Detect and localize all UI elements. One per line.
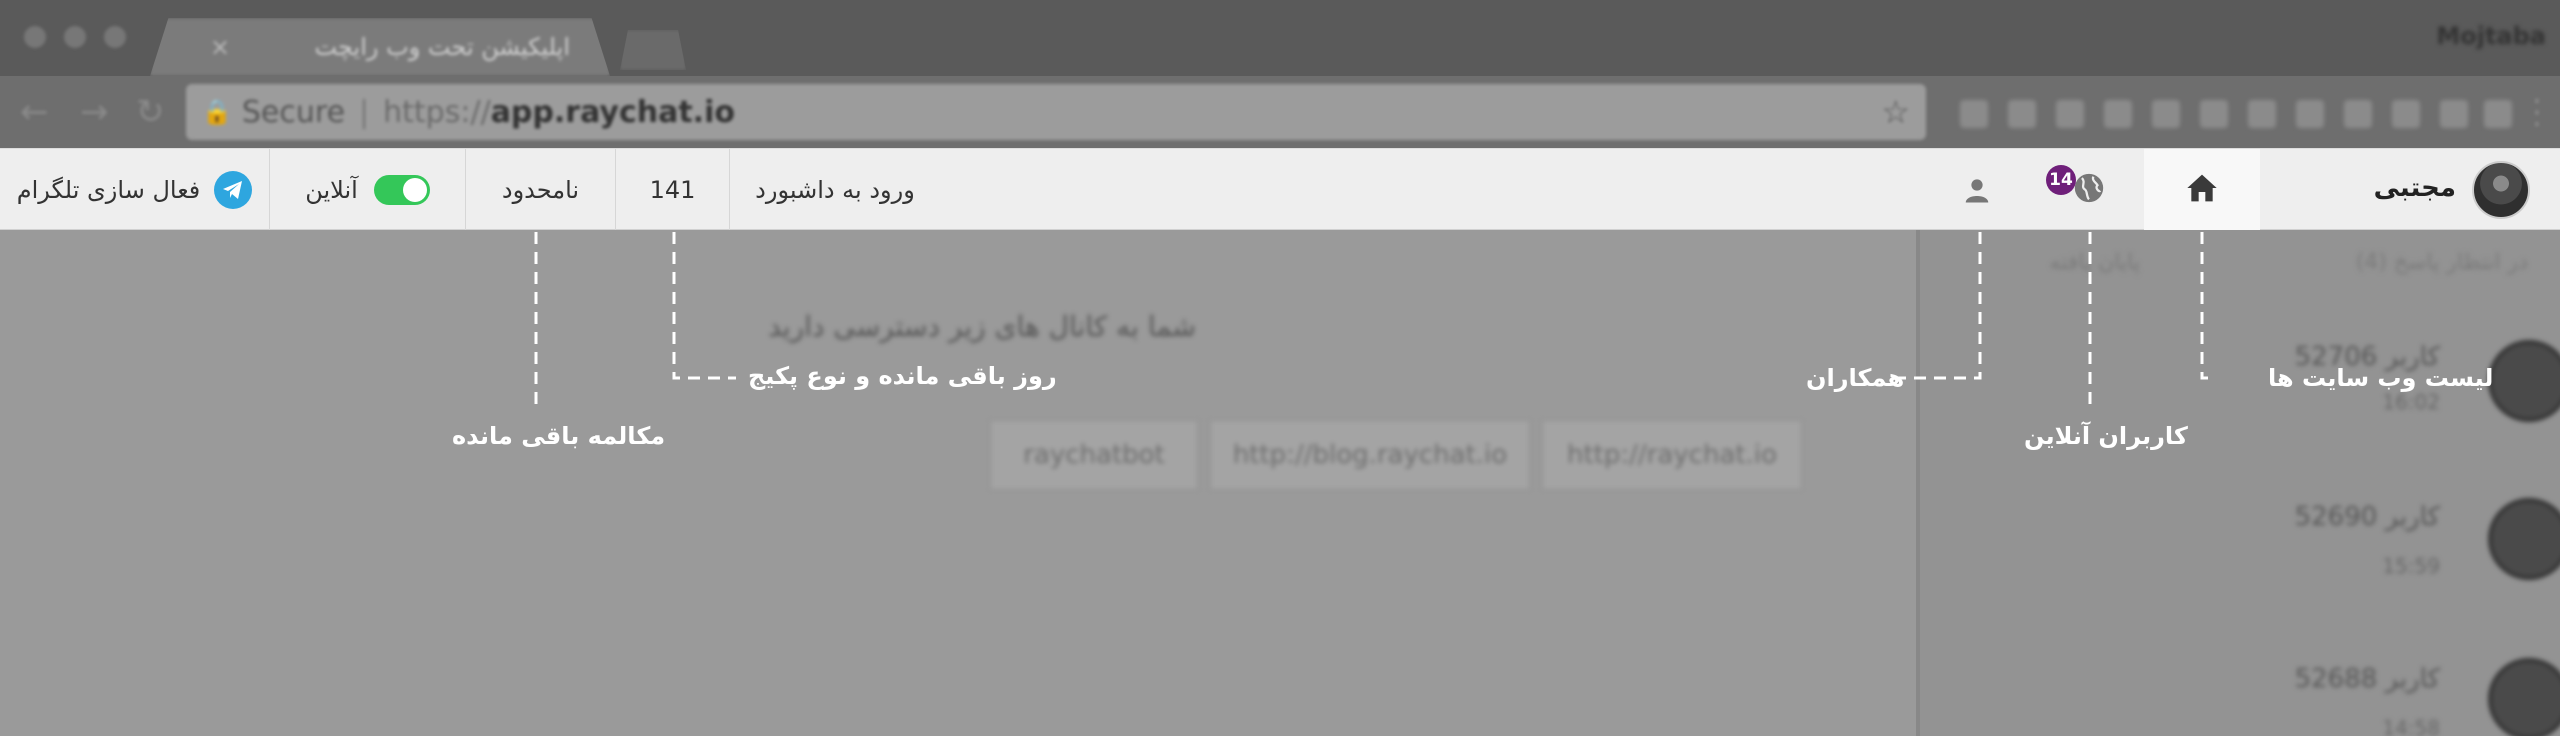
- colleagues-pointer: [1896, 232, 1982, 380]
- annotation-remaining-conversations: مکالمه باقی مانده: [452, 422, 666, 450]
- annotation-lines: [534, 232, 2214, 408]
- annotation-websites-list: لیست وب سایت ها: [2268, 364, 2494, 392]
- annotation-days-package: روز باقی مانده و نوع پکیج: [748, 362, 1057, 390]
- annotation-online-users: کاربران آنلاین: [2024, 422, 2188, 450]
- days-package-pointer: [672, 232, 736, 380]
- annotation-colleagues: همکاران: [1806, 364, 1905, 392]
- websites-list-pointer: [2200, 232, 2214, 380]
